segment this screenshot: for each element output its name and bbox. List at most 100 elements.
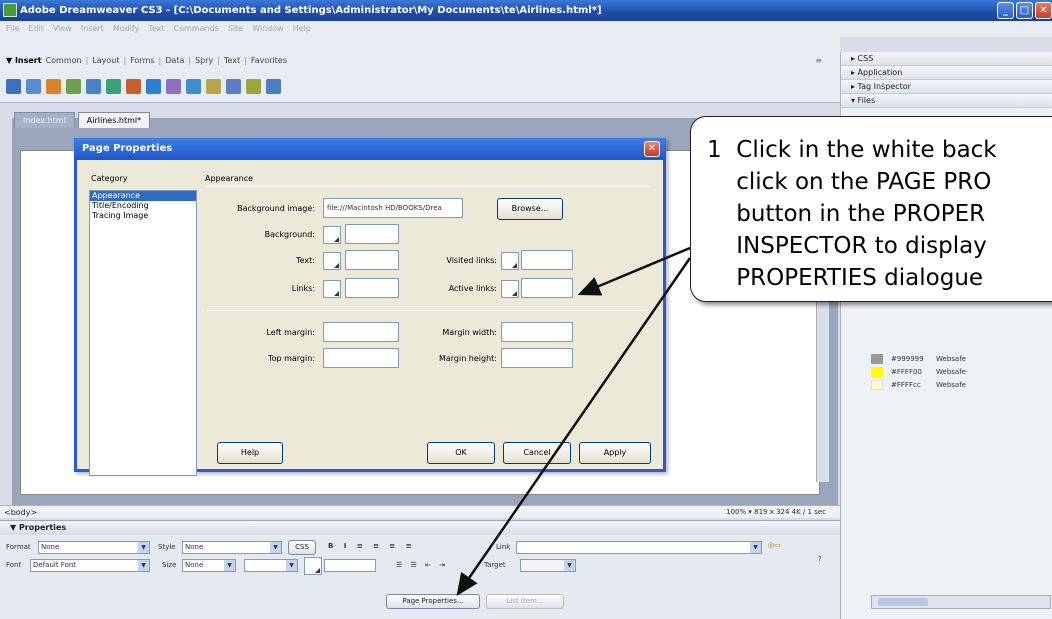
menu-bar: File Edit View Insert Modify Text Comman… — [0, 21, 1052, 37]
insert-bar: ▼ Insert Common | Layout | Forms | Data | Sp… — [0, 37, 840, 103]
menu-view[interactable]: View — [53, 21, 72, 37]
maximize-button[interactable]: □ — [1016, 2, 1033, 19]
insert-toolbar-icon[interactable] — [206, 79, 221, 94]
format-select[interactable]: None ▼ — [38, 541, 150, 554]
tab-spry[interactable]: Spry — [195, 56, 213, 65]
links-color-field[interactable] — [345, 278, 399, 298]
link-input[interactable]: ▼ — [516, 541, 762, 554]
tab-index-html[interactable]: Index.html — [14, 112, 75, 128]
format-label: Format — [6, 543, 31, 551]
links-color-picker[interactable] — [323, 280, 341, 298]
color-row[interactable]: #FFFFcc Websafe — [871, 378, 1051, 391]
tag-selector[interactable]: <body> — [4, 508, 37, 517]
active-links-field[interactable] — [521, 278, 573, 298]
top-margin-field[interactable] — [323, 348, 399, 368]
document-tabs: Index.html Airlines.html* — [14, 112, 151, 128]
tab-common[interactable]: Common — [46, 56, 82, 65]
minimize-button[interactable]: _ — [997, 2, 1014, 19]
target-select[interactable]: ▼ — [520, 559, 576, 572]
dialog-title: Page Properties — [74, 138, 666, 160]
insert-toolbar-icon[interactable] — [46, 79, 61, 94]
font-label: Font — [6, 561, 22, 569]
browse-button[interactable]: Browse... — [497, 198, 563, 220]
margin-width-field[interactable] — [501, 322, 573, 342]
category-tracing-image[interactable]: Tracing Image — [90, 211, 196, 221]
insert-toolbar-icon[interactable] — [66, 79, 81, 94]
properties-title[interactable]: ▼ Properties — [0, 521, 840, 535]
text-color-picker-dialog[interactable] — [323, 252, 341, 270]
title-bar: Adobe Dreamweaver CS3 - [C:\Documents an… — [0, 0, 1052, 21]
css-button[interactable]: CSS — [288, 540, 316, 555]
bg-image-field[interactable]: file:///Macintosh HD/BOOKS/Drea — [323, 198, 463, 218]
insert-toolbar-icon[interactable] — [6, 79, 21, 94]
dialog-close-button[interactable]: ✕ — [644, 141, 660, 157]
left-margin-field[interactable] — [323, 322, 399, 342]
menu-edit[interactable]: Edit — [28, 21, 44, 37]
insert-toolbar-icon[interactable] — [226, 79, 241, 94]
assets-color-list: #999999 Websafe #FFFF00 Websafe #FFFFcc … — [871, 352, 1051, 391]
tab-layout[interactable]: Layout — [92, 56, 119, 65]
color-row[interactable]: #FFFF00 Websafe — [871, 365, 1051, 378]
close-window-button[interactable]: ✕ — [1035, 2, 1052, 19]
tab-data[interactable]: Data — [165, 56, 184, 65]
insert-toolbar-icon[interactable] — [26, 79, 41, 94]
text-color-field[interactable] — [345, 250, 399, 270]
category-label: Category — [91, 174, 128, 183]
bg-image-label: Background image: — [237, 204, 315, 213]
list-indent-icons[interactable]: ☰ ☰ ⇤ ⇥ — [396, 561, 448, 569]
size-unit-select[interactable]: ▼ — [244, 559, 298, 572]
tab-forms[interactable]: Forms — [130, 56, 154, 65]
text-color-picker[interactable] — [304, 557, 322, 575]
insert-toolbar-icon[interactable] — [86, 79, 101, 94]
style-select[interactable]: None ▼ — [182, 541, 282, 554]
margins-divider — [207, 310, 647, 311]
category-appearance[interactable]: Appearance — [90, 191, 196, 201]
insert-toolbar-icon[interactable] — [266, 79, 281, 94]
insert-toolbar-icon[interactable] — [106, 79, 121, 94]
menu-commands[interactable]: Commands — [174, 21, 219, 37]
page-properties-button[interactable]: Page Properties... — [386, 594, 480, 609]
bold-italic-align-icons[interactable]: B I ≡ ≡ ≡ ≡ — [328, 542, 416, 550]
help-button[interactable]: Help — [217, 442, 283, 464]
text-color-input[interactable] — [324, 559, 376, 572]
font-select[interactable]: Default Font ▼ — [30, 559, 150, 572]
panel-files[interactable]: ▾ Files — [841, 94, 1052, 108]
tab-airlines-html[interactable]: Airlines.html* — [77, 112, 151, 128]
menu-modify[interactable]: Modify — [113, 21, 140, 37]
margin-height-field[interactable] — [501, 348, 573, 368]
tab-favorites[interactable]: Favorites — [251, 56, 287, 65]
color-swatch — [871, 366, 883, 377]
ok-button[interactable]: OK — [427, 442, 495, 464]
tab-text[interactable]: Text — [224, 56, 240, 65]
visited-links-field[interactable] — [521, 250, 573, 270]
background-color-picker[interactable] — [323, 226, 341, 244]
menu-site[interactable]: Site — [228, 21, 243, 37]
point-to-file-icon[interactable]: ◎▭ — [768, 541, 781, 549]
size-select[interactable]: None ▼ — [182, 559, 236, 572]
panel-tag-inspector[interactable]: ▸ Tag Inspector — [841, 80, 1052, 94]
panel-horizontal-scrollbar[interactable] — [871, 595, 1051, 609]
menu-window[interactable]: Window — [252, 21, 284, 37]
background-color-field[interactable] — [345, 224, 399, 244]
panel-application[interactable]: ▸ Application — [841, 66, 1052, 80]
menu-text[interactable]: Text — [148, 21, 164, 37]
insert-toolbar-icon[interactable] — [146, 79, 161, 94]
insert-toolbar-icon[interactable] — [186, 79, 201, 94]
insert-bar-title[interactable]: ▼ Insert — [6, 56, 42, 65]
category-title-encoding[interactable]: Title/Encoding — [90, 201, 196, 211]
menu-file[interactable]: File — [6, 21, 19, 37]
cancel-button[interactable]: Cancel — [503, 442, 571, 464]
document-status-bar: <body> 100% ▾ 819 x 324 4K / 1 sec — [0, 505, 840, 518]
insert-bar-options-icon[interactable]: ≡ — [815, 56, 822, 65]
menu-insert[interactable]: Insert — [81, 21, 104, 37]
visited-links-color-picker[interactable] — [501, 252, 519, 270]
panel-css[interactable]: ▸ CSS — [841, 52, 1052, 66]
color-row[interactable]: #999999 Websafe — [871, 352, 1051, 365]
apply-button[interactable]: Apply — [579, 442, 651, 464]
active-links-color-picker[interactable] — [501, 280, 519, 298]
help-icon[interactable]: ? — [818, 555, 822, 563]
insert-toolbar-icon[interactable] — [126, 79, 141, 94]
menu-help[interactable]: Help — [293, 21, 311, 37]
insert-toolbar-icon[interactable] — [166, 79, 181, 94]
insert-toolbar-icon[interactable] — [246, 79, 261, 94]
